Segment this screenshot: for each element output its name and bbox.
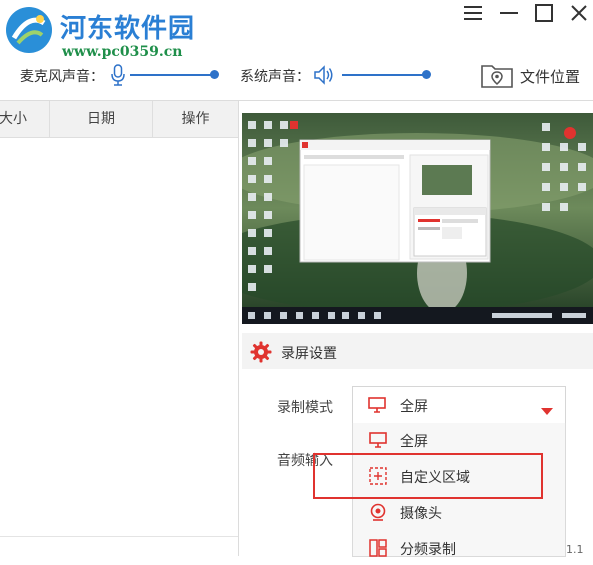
- monitor-icon: [368, 396, 386, 418]
- split-icon: [369, 539, 387, 557]
- folder-location-label[interactable]: 文件位置: [520, 66, 580, 87]
- close-icon[interactable]: [568, 2, 590, 24]
- menu-item-split[interactable]: 分频录制: [353, 531, 565, 565]
- record-mode-select[interactable]: 全屏: [352, 386, 566, 424]
- record-mode-label: 录制模式: [277, 400, 333, 416]
- highlight-box: [313, 453, 543, 499]
- minimize-icon[interactable]: [498, 2, 520, 24]
- mic-volume-slider[interactable]: [130, 74, 218, 76]
- mic-volume-knob[interactable]: [209, 70, 219, 79]
- menu-item-label: 全屏: [400, 434, 428, 450]
- record-mode-value: 全屏: [400, 399, 428, 415]
- chevron-down-icon: [541, 401, 553, 420]
- folder-location-icon[interactable]: [480, 60, 514, 94]
- microphone-icon[interactable]: [110, 64, 126, 90]
- menu-item-label: 分频录制: [400, 542, 456, 558]
- system-volume-knob[interactable]: [421, 70, 431, 79]
- system-volume-slider[interactable]: [342, 74, 430, 76]
- settings-gear-icon: [250, 341, 272, 367]
- maximize-icon[interactable]: [533, 2, 555, 24]
- speaker-icon[interactable]: [313, 65, 335, 89]
- menu-item-fullscreen[interactable]: 全屏: [353, 423, 565, 457]
- column-size[interactable]: 大小: [0, 101, 50, 137]
- file-list-header: 大小 日期 操作: [0, 101, 238, 138]
- system-volume-label: 系统声音：: [240, 69, 310, 85]
- version-fragment: 1.1: [566, 543, 584, 556]
- mic-volume-label: 麦克风声音：: [20, 69, 104, 85]
- site-logo-icon: [4, 5, 54, 55]
- menu-item-label: 摄像头: [400, 506, 442, 522]
- camera-icon: [369, 503, 387, 521]
- menu-icon[interactable]: [462, 2, 484, 24]
- desktop-preview: [242, 113, 593, 324]
- menu-item-camera[interactable]: 摄像头: [353, 495, 565, 529]
- settings-section-title: 录屏设置: [281, 346, 337, 362]
- monitor-icon: [369, 431, 387, 449]
- list-bottom-line: [0, 536, 238, 537]
- watermark-site-name: 河东软件园: [60, 14, 196, 44]
- watermark-url: www.pc0359.cn: [62, 44, 183, 60]
- panel-separator: [238, 101, 239, 556]
- column-actions[interactable]: 操作: [153, 101, 238, 137]
- column-date[interactable]: 日期: [50, 101, 152, 137]
